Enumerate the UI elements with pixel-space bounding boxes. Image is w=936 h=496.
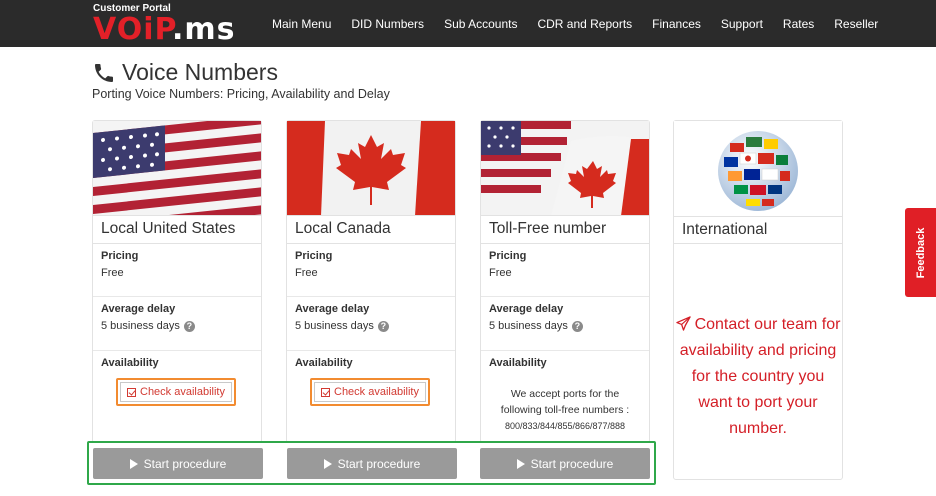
toll-free-text-line2: following toll-free numbers :: [500, 404, 630, 416]
us-flag-icon: [93, 121, 261, 216]
pricing-value: Free: [101, 267, 124, 279]
start-procedure-label: Start procedure: [530, 456, 614, 471]
toll-free-availability-text: We accept ports for the following toll-f…: [480, 386, 650, 434]
delay-label: Average delay: [101, 303, 176, 315]
page-title: Voice Numbers: [122, 59, 278, 85]
check-availability-highlight: Check availability: [116, 378, 236, 406]
pricing-label: Pricing: [489, 250, 527, 262]
delay-value: 5 business days: [101, 320, 180, 332]
delay-section: Average delay 5 business days?: [287, 297, 455, 351]
brand-logo[interactable]: Customer Portal VOiP.ms: [93, 2, 263, 46]
nav-finances[interactable]: Finances: [652, 17, 701, 31]
phone-icon: [95, 63, 113, 82]
nav-did-numbers[interactable]: DID Numbers: [351, 17, 424, 31]
pricing-section: Pricing Free: [481, 244, 649, 297]
delay-label: Average delay: [489, 303, 564, 315]
pricing-label: Pricing: [295, 250, 333, 262]
card-title: Local Canada: [287, 216, 455, 244]
nav-support[interactable]: Support: [721, 17, 763, 31]
feedback-tab[interactable]: Feedback: [905, 208, 936, 297]
nav-cdr-reports[interactable]: CDR and Reports: [537, 17, 632, 31]
international-contact-message[interactable]: Contact our team for availability and pr…: [675, 312, 841, 442]
delay-value: 5 business days: [489, 320, 568, 332]
play-icon: [516, 458, 525, 469]
check-availability-label: Check availability: [334, 386, 419, 398]
start-procedure-button-canada[interactable]: Start procedure: [287, 448, 457, 479]
checkbox-icon: [127, 387, 136, 397]
check-availability-label: Check availability: [140, 386, 225, 398]
check-availability-button[interactable]: Check availability: [314, 382, 426, 402]
brand-wordmark-white: .ms: [171, 12, 236, 47]
pricing-label: Pricing: [101, 250, 139, 262]
globe-flags-icon: [674, 121, 842, 216]
start-procedure-button-us[interactable]: Start procedure: [93, 448, 263, 479]
pricing-value: Free: [489, 267, 512, 279]
check-availability-highlight: Check availability: [310, 378, 430, 406]
brand-wordmark: VOiP.ms: [93, 15, 235, 45]
help-icon[interactable]: ?: [183, 321, 195, 332]
feedback-label: Feedback: [914, 227, 927, 278]
delay-section: Average delay 5 business days?: [481, 297, 649, 351]
availability-section: Availability: [481, 351, 649, 380]
help-icon[interactable]: ?: [377, 321, 389, 332]
nav-sub-accounts[interactable]: Sub Accounts: [444, 17, 517, 31]
play-icon: [323, 458, 332, 469]
us-canada-flag-icon: [481, 121, 649, 216]
brand-wordmark-red: VOiP: [93, 12, 172, 47]
start-procedure-button-toll-free[interactable]: Start procedure: [480, 448, 650, 479]
availability-section: Availability: [287, 351, 455, 380]
paper-plane-icon: [675, 316, 691, 331]
availability-section: Availability: [93, 351, 261, 380]
card-title: Local United States: [93, 216, 261, 244]
start-procedure-label: Start procedure: [143, 456, 227, 471]
delay-value: 5 business days: [295, 320, 374, 332]
international-message-text: Contact our team for availability and pr…: [679, 316, 841, 437]
availability-label: Availability: [489, 357, 547, 369]
play-icon: [129, 458, 138, 469]
nav-rates[interactable]: Rates: [783, 17, 814, 31]
card-title: International: [674, 216, 842, 244]
main-nav: Main Menu DID Numbers Sub Accounts CDR a…: [272, 0, 898, 47]
toll-free-numbers: 800/833/844/855/866/877/888: [504, 421, 626, 431]
page-subtitle: Porting Voice Numbers: Pricing, Availabi…: [92, 87, 390, 101]
nav-reseller[interactable]: Reseller: [834, 17, 878, 31]
page-header: Voice Numbers Porting Voice Numbers: Pri…: [92, 59, 390, 101]
canada-flag-icon: [287, 121, 455, 216]
delay-label: Average delay: [295, 303, 370, 315]
check-availability-button[interactable]: Check availability: [120, 382, 232, 402]
checkbox-icon: [321, 387, 330, 397]
pricing-value: Free: [295, 267, 318, 279]
start-procedure-label: Start procedure: [337, 456, 421, 471]
availability-label: Availability: [101, 357, 159, 369]
pricing-section: Pricing Free: [287, 244, 455, 297]
nav-main-menu[interactable]: Main Menu: [272, 17, 331, 31]
toll-free-text-line1: We accept ports for the: [510, 388, 620, 400]
availability-label: Availability: [295, 357, 353, 369]
help-icon[interactable]: ?: [571, 321, 583, 332]
card-title: Toll-Free number: [481, 216, 649, 244]
delay-section: Average delay 5 business days?: [93, 297, 261, 351]
pricing-section: Pricing Free: [93, 244, 261, 297]
top-navbar: Customer Portal VOiP.ms Main Menu DID Nu…: [0, 0, 936, 47]
